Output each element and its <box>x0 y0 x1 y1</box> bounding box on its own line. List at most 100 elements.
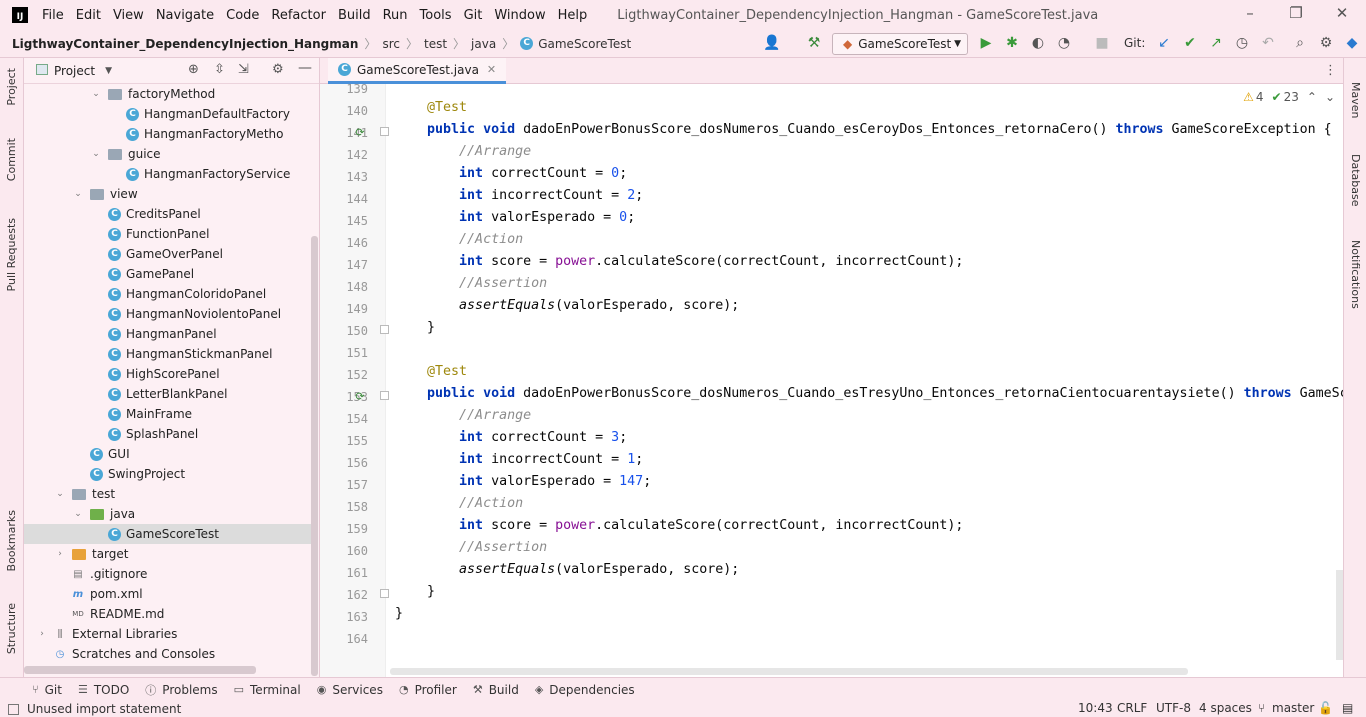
chevron-down-icon[interactable]: ▼ <box>105 66 112 76</box>
tree-row[interactable]: MD README.md <box>24 604 311 624</box>
menu-navigate[interactable]: Navigate <box>156 8 214 23</box>
menu-window[interactable]: Window <box>494 8 545 23</box>
fold-marker[interactable] <box>380 325 389 334</box>
git-update-icon[interactable]: ↙ <box>1154 35 1174 51</box>
tree-scrollbar[interactable] <box>311 236 318 676</box>
tree-row[interactable]: C LetterBlankPanel <box>24 384 311 404</box>
tool-profiler[interactable]: ◔ Profiler <box>399 683 457 697</box>
settings-gear-icon[interactable]: ⚙ <box>1316 35 1336 51</box>
tree-row[interactable]: C SplashPanel <box>24 424 311 444</box>
tree-row[interactable]: C SwingProject <box>24 464 311 484</box>
user-icon[interactable]: 👤 <box>762 35 782 51</box>
run-test-gutter-icon[interactable]: ⟳ <box>353 126 367 140</box>
tool-todo[interactable]: ☰ TODO <box>78 683 129 697</box>
debug-icon[interactable]: ✱ <box>1002 35 1022 51</box>
git-push-icon[interactable]: ↗ <box>1206 35 1226 51</box>
tree-row[interactable]: C HangmanFactoryMetho <box>24 124 311 144</box>
tree-row[interactable]: ▤ .gitignore <box>24 564 311 584</box>
breadcrumb-project[interactable]: LigthwayContainer_DependencyInjection_Ha… <box>12 37 358 51</box>
tree-row[interactable]: ⌄ java <box>24 504 311 524</box>
history-icon[interactable]: ◷ <box>1232 35 1252 51</box>
editor-tab-gamescoretest[interactable]: C GameScoreTest.java ✕ <box>328 58 507 84</box>
tree-horizontal-scrollbar[interactable] <box>24 666 256 674</box>
tree-row[interactable]: › target <box>24 544 311 564</box>
status-toggle-icon[interactable] <box>8 703 19 715</box>
tool-tab-bookmarks[interactable]: Bookmarks <box>5 510 18 571</box>
chevron-down-icon[interactable]: ⌄ <box>72 509 84 519</box>
menu-code[interactable]: Code <box>226 8 259 23</box>
tool-tab-pull-requests[interactable]: Pull Requests <box>5 218 18 291</box>
tool-dependencies[interactable]: ◈ Dependencies <box>535 683 635 697</box>
tree-row[interactable]: m pom.xml <box>24 584 311 604</box>
tool-tab-maven[interactable]: Maven <box>1349 82 1362 118</box>
menu-refactor[interactable]: Refactor <box>271 8 326 23</box>
tree-row[interactable]: › ⫼ External Libraries <box>24 624 311 644</box>
status-message[interactable]: Unused import statement <box>27 702 181 716</box>
chevron-down-icon[interactable]: ⌄ <box>90 149 102 159</box>
memory-icon[interactable]: ▤ <box>1342 701 1353 715</box>
tree-row[interactable]: C HangmanColoridoPanel <box>24 284 311 304</box>
rollback-icon[interactable]: ↶ <box>1258 35 1278 51</box>
collapse-all-icon[interactable]: ⇲ <box>238 62 249 77</box>
editor-vertical-scrollbar[interactable] <box>1336 570 1343 660</box>
options-gear-icon[interactable]: ⚙ <box>272 62 284 77</box>
tool-build[interactable]: ⚒ Build <box>473 683 519 697</box>
expand-all-icon[interactable]: ⇳ <box>214 62 225 77</box>
tree-row[interactable]: C GameOverPanel <box>24 244 311 264</box>
tree-row[interactable]: C HangmanNoviolentoPanel <box>24 304 311 324</box>
locate-target-icon[interactable]: ⊕ <box>188 62 199 77</box>
tree-row[interactable]: C HangmanDefaultFactory <box>24 104 311 124</box>
line-separator[interactable]: CRLF <box>1117 701 1147 715</box>
close-tab-icon[interactable]: ✕ <box>487 63 496 76</box>
menu-run[interactable]: Run <box>383 8 408 23</box>
tree-row[interactable]: ◷ Scratches and Consoles <box>24 644 311 664</box>
tree-row[interactable]: C HangmanFactoryService <box>24 164 311 184</box>
run-icon[interactable]: ▶ <box>976 35 996 51</box>
tree-row[interactable]: ⌄ test <box>24 484 311 504</box>
run-test-gutter-icon[interactable]: ⟳ <box>353 390 367 404</box>
git-branch[interactable]: master <box>1272 701 1314 715</box>
tool-services[interactable]: ◉ Services <box>317 683 383 697</box>
profile-icon[interactable]: ◔ <box>1054 35 1074 51</box>
breadcrumb-src[interactable]: src <box>382 37 400 51</box>
breadcrumb-test[interactable]: test <box>424 37 447 51</box>
restore-icon[interactable]: ❐ <box>1286 4 1306 22</box>
tree-row[interactable]: ⌄ factoryMethod <box>24 84 311 104</box>
code-editor[interactable]: 139 140 141 142 143 144 145 146 147 148 149 150 151 1… <box>320 84 1343 677</box>
tree-row[interactable]: C GamePanel <box>24 264 311 284</box>
intellij-logo-icon[interactable]: IJ <box>12 7 28 23</box>
tool-tab-project[interactable]: Project <box>5 68 18 106</box>
hide-panel-icon[interactable]: — <box>298 60 312 76</box>
tree-row[interactable]: ⌄ guice <box>24 144 311 164</box>
tool-tab-commit[interactable]: Commit <box>5 138 18 181</box>
breadcrumb-java[interactable]: java <box>471 37 496 51</box>
menu-git[interactable]: Git <box>464 8 483 23</box>
inspection-widget[interactable]: ⚠ 4 ✔ 23 ⌃ ⌄ <box>1243 90 1335 104</box>
chevron-down-icon[interactable]: ⌄ <box>90 89 102 99</box>
indent-setting[interactable]: 4 spaces <box>1199 701 1252 715</box>
tool-tab-structure[interactable]: Structure <box>5 603 18 654</box>
build-hammer-icon[interactable]: ⚒ <box>804 35 824 51</box>
more-tabs-icon[interactable]: ⋮ <box>1324 63 1337 78</box>
chevron-right-icon[interactable]: › <box>36 629 48 639</box>
caret-position[interactable]: 10:43 <box>1078 701 1113 715</box>
tool-terminal[interactable]: ▭ Terminal <box>234 683 301 697</box>
tool-git[interactable]: ⑂ Git <box>32 683 62 697</box>
project-panel-title[interactable]: Project <box>54 64 95 78</box>
editor-horizontal-scrollbar[interactable] <box>390 668 1188 675</box>
tree-row[interactable]: C MainFrame <box>24 404 311 424</box>
tree-row[interactable]: C GUI <box>24 444 311 464</box>
breadcrumb-class[interactable]: GameScoreTest <box>538 37 631 51</box>
tree-row[interactable]: C HighScorePanel <box>24 364 311 384</box>
git-commit-icon[interactable]: ✔ <box>1180 35 1200 51</box>
fold-marker[interactable] <box>380 391 389 400</box>
previous-highlight-icon[interactable]: ⌃ <box>1307 90 1317 104</box>
menu-tools[interactable]: Tools <box>420 8 452 23</box>
run-configuration-select[interactable]: ◆ GameScoreTest ▼ <box>832 33 968 55</box>
lock-icon[interactable]: 🔓 <box>1318 701 1333 715</box>
tree-row[interactable]: ⌄ view <box>24 184 311 204</box>
menu-build[interactable]: Build <box>338 8 371 23</box>
minimize-icon[interactable]: – <box>1240 4 1260 22</box>
tree-row[interactable]: C CreditsPanel <box>24 204 311 224</box>
tool-tab-notifications[interactable]: Notifications <box>1349 240 1362 309</box>
